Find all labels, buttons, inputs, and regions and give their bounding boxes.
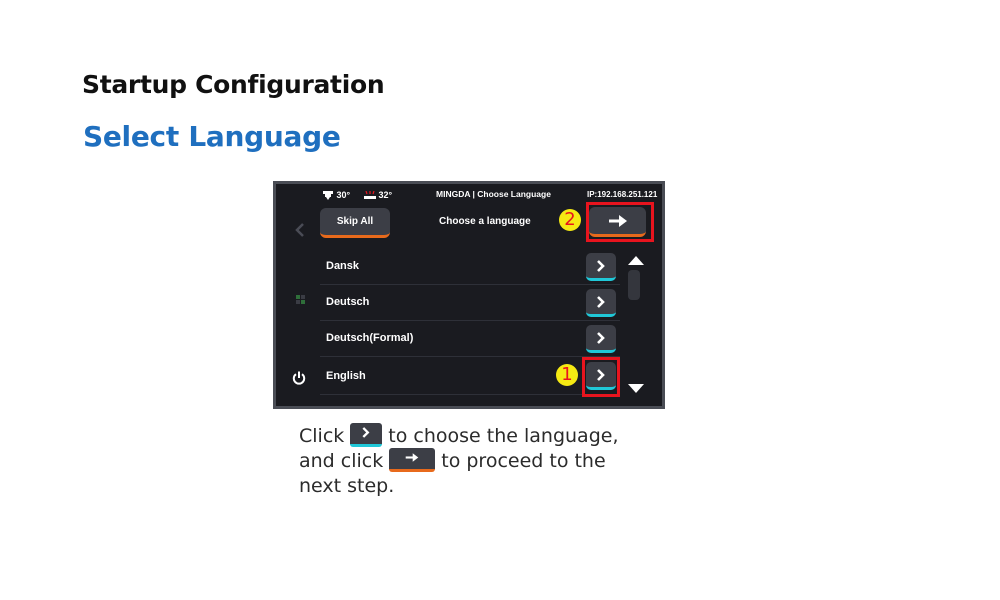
caption-text: to choose the language, [388,425,619,447]
select-language-button[interactable] [586,253,616,281]
scroll-down-icon[interactable] [628,384,644,393]
section-title: Select Language [83,120,341,153]
language-label: English [326,370,366,382]
device-screenshot: 30° 32° MINGDA | Choose Language IP:192.… [273,181,665,409]
chevron-right-icon [597,331,605,344]
list-item: Deutsch(Formal) [320,320,620,357]
nozzle-temp-value: 30° [336,190,351,200]
page-heading: Startup Configuration [82,70,385,99]
chevron-left-icon[interactable] [292,221,308,239]
list-item: Deutsch [320,284,620,321]
caption-text: next step. [299,475,395,497]
ip-address: IP:192.168.251.121 [587,190,658,199]
scrollbar[interactable] [628,270,640,300]
inline-next-button-icon [389,447,436,472]
bed-icon [364,191,376,200]
app-logo-icon [296,295,305,304]
caption-text: and click [299,450,384,472]
step-badge-2: 2 [559,209,581,231]
step-badge-1: 1 [556,364,578,386]
bed-temp-value: 32° [378,190,393,200]
list-item: Dansk [320,248,620,285]
screen-title: MINGDA | Choose Language [436,189,551,199]
caption-text: to proceed to the [441,450,606,472]
instruction-caption: Click to choose the language, and click to… [299,422,679,499]
nozzle-temp-status: 30° [322,190,351,201]
caption-text: Click [299,425,345,447]
nozzle-icon [323,191,333,201]
chevron-right-icon [597,259,605,272]
chevron-right-icon [597,295,605,308]
highlight-box-english [582,357,620,397]
skip-all-button[interactable]: Skip All [320,208,390,238]
language-label: Deutsch [326,296,370,308]
power-icon[interactable] [292,371,306,385]
select-language-button[interactable] [586,325,616,353]
choose-language-label: Choose a language [439,216,531,227]
scroll-up-icon[interactable] [628,256,644,265]
inline-select-button-icon [350,422,383,447]
language-label: Dansk [326,260,360,272]
language-label: Deutsch(Formal) [326,332,414,344]
bed-temp-status: 32° [364,190,392,200]
select-language-button[interactable] [586,289,616,317]
highlight-box-next [586,202,654,242]
